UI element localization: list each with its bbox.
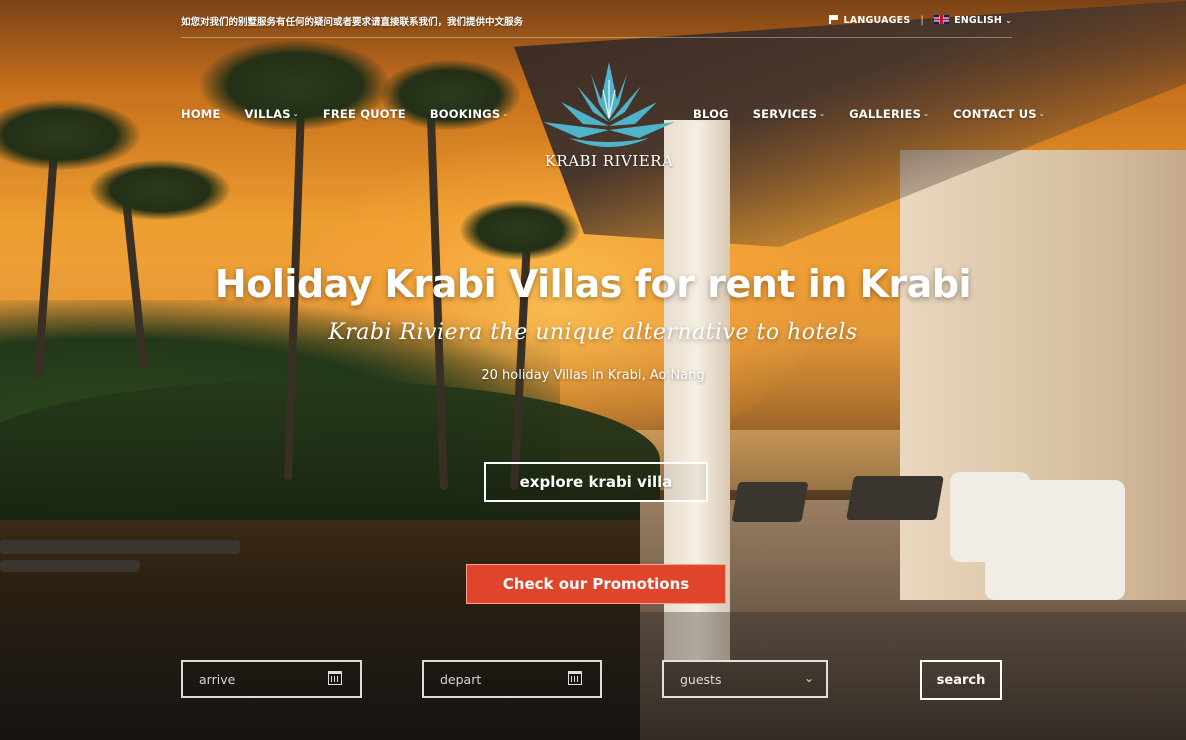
nav-item-home[interactable]: HOME	[181, 107, 221, 121]
site-logo[interactable]: KRABI RIVIERA	[538, 60, 680, 175]
search-button[interactable]: search	[920, 660, 1002, 700]
flag-icon	[828, 15, 838, 24]
languages-label: LANGUAGES	[843, 15, 911, 26]
languages-link[interactable]: LANGUAGES	[828, 15, 911, 26]
nav-item-label: SERVICES	[752, 107, 818, 121]
nav-item-contact-us[interactable]: CONTACT US ⌄	[953, 107, 1045, 121]
nav-item-services[interactable]: SERVICES ⌄	[753, 107, 825, 121]
chinese-service-notice: 如您对我们的别墅服务有任何的疑问或者要求请直接联系我们，我们提供中文服务	[181, 16, 524, 28]
current-language-label: ENGLISH	[954, 15, 1003, 26]
chevron-down-icon: ⌄	[1005, 16, 1012, 25]
logo-text: KRABI RIVIERA	[544, 152, 674, 170]
hero-subline: 20 holiday Villas in Krabi, Ao Nang	[481, 368, 705, 383]
white-chair	[950, 472, 1030, 562]
sun-lounger	[0, 540, 240, 554]
main-nav-left: HOME VILLAS ⌄ FREE QUOTE BOOKINGS ⌄	[181, 107, 532, 121]
chevron-down-icon: ⌄	[502, 110, 509, 118]
sun-lounger	[846, 476, 944, 520]
depart-field[interactable]	[422, 660, 602, 698]
nav-item-bookings[interactable]: BOOKINGS ⌄	[430, 107, 509, 121]
nav-item-free-quote[interactable]: FREE QUOTE	[323, 107, 406, 121]
palm-leaves	[460, 200, 580, 260]
promotions-button[interactable]: Check our Promotions	[466, 564, 726, 604]
sun-lounger	[731, 482, 809, 522]
chevron-down-icon: ⌄	[803, 671, 814, 685]
sun-lounger	[0, 560, 140, 572]
nav-item-label: FREE QUOTE	[322, 107, 406, 121]
nav-item-label: GALLERIES	[849, 107, 922, 121]
guests-select-value: guests	[680, 671, 722, 687]
calendar-icon[interactable]	[568, 671, 582, 685]
nav-item-villas[interactable]: VILLAS ⌄	[245, 107, 299, 121]
nav-item-label: HOME	[181, 107, 221, 121]
nav-item-label: BLOG	[693, 107, 729, 121]
palm-leaves	[0, 100, 140, 170]
nav-item-galleries[interactable]: GALLERIES ⌄	[849, 107, 929, 121]
main-nav-right: BLOG SERVICES ⌄ GALLERIES ⌄ CONTACT US ⌄	[693, 107, 1069, 121]
nav-item-label: CONTACT US	[953, 107, 1037, 121]
chevron-down-icon: ⌄	[1038, 110, 1045, 118]
separator: |	[920, 15, 925, 26]
language-switcher: LANGUAGES | ENGLISH ⌄	[828, 15, 1012, 26]
chevron-down-icon: ⌄	[292, 110, 299, 118]
arrive-field[interactable]	[181, 660, 362, 698]
nav-item-blog[interactable]: BLOG	[693, 107, 729, 121]
lotus-logo-icon	[543, 62, 675, 147]
hero-section: 如您对我们的别墅服务有任何的疑问或者要求请直接联系我们，我们提供中文服务 LAN…	[0, 0, 1186, 740]
nav-item-label: BOOKINGS	[429, 107, 501, 121]
top-bar: 如您对我们的别墅服务有任何的疑问或者要求请直接联系我们，我们提供中文服务 LAN…	[181, 12, 1012, 38]
explore-villa-button[interactable]: explore krabi villa	[484, 462, 708, 502]
uk-flag-icon	[934, 15, 950, 24]
guests-select[interactable]: guests ⌄	[662, 660, 828, 698]
calendar-icon[interactable]	[328, 671, 342, 685]
arrive-input[interactable]	[199, 671, 319, 687]
chevron-down-icon: ⌄	[819, 110, 826, 118]
chevron-down-icon: ⌄	[923, 110, 930, 118]
hero-tagline: Krabi Riviera the unique alternative to …	[328, 320, 858, 345]
palm-leaves	[90, 160, 230, 220]
jungle-foreground	[0, 380, 660, 540]
nav-item-label: VILLAS	[244, 107, 291, 121]
current-language-dropdown[interactable]: ENGLISH ⌄	[934, 15, 1012, 26]
depart-input[interactable]	[440, 671, 560, 687]
hero-headline: Holiday Krabi Villas for rent in Krabi	[214, 262, 972, 306]
